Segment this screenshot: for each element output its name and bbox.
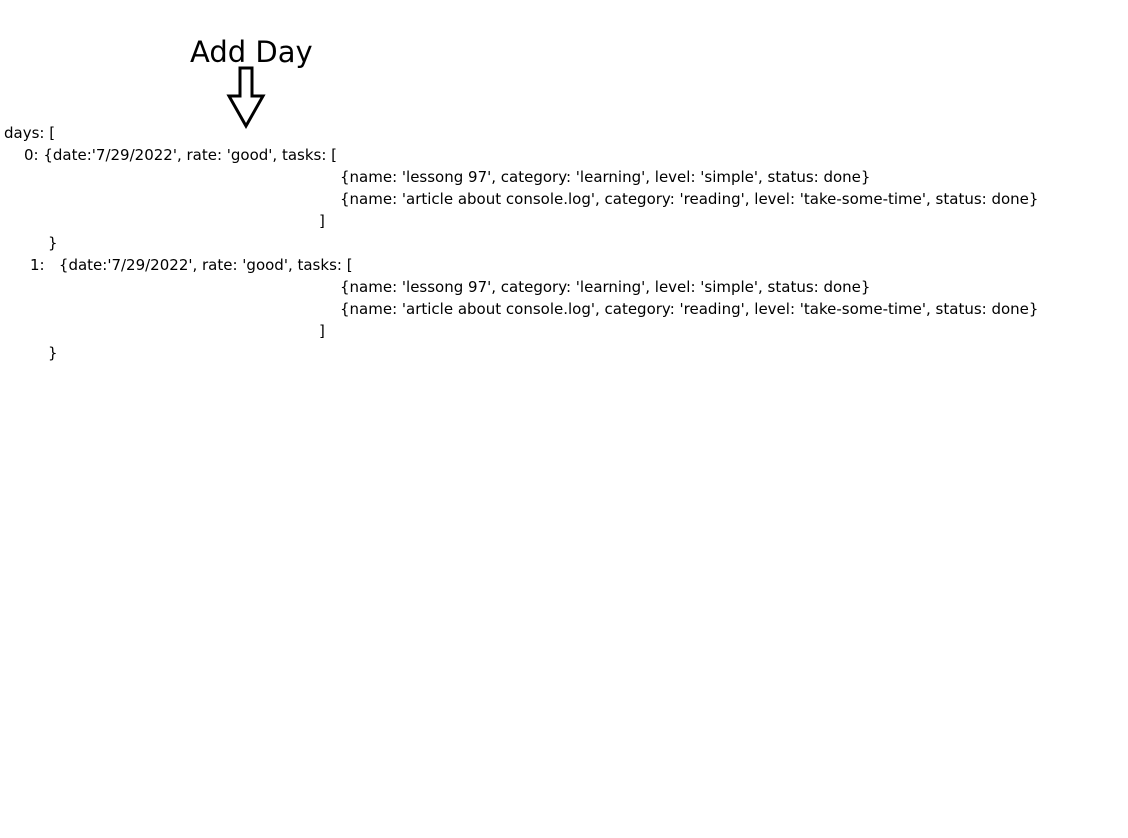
day-0-tasks-close: ] — [319, 212, 325, 230]
down-arrow-icon — [226, 66, 266, 130]
day-1-task-1: {name: 'article about console.log', cate… — [340, 300, 1039, 318]
day-0-task-0: {name: 'lessong 97', category: 'learning… — [340, 168, 871, 186]
day-0-head: 0: {date:'7/29/2022', rate: 'good', task… — [24, 146, 338, 164]
day-0-close: } — [48, 234, 58, 252]
day-1-tasks-close: ] — [319, 322, 325, 340]
day-1-close: } — [48, 344, 58, 362]
days-array-open: days: [ — [4, 124, 56, 142]
day-1-head: 1: {date:'7/29/2022', rate: 'good', task… — [30, 256, 353, 274]
day-0-task-1: {name: 'article about console.log', cate… — [340, 190, 1039, 208]
day-1-task-0: {name: 'lessong 97', category: 'learning… — [340, 278, 871, 296]
add-day-title: Add Day — [190, 35, 313, 69]
